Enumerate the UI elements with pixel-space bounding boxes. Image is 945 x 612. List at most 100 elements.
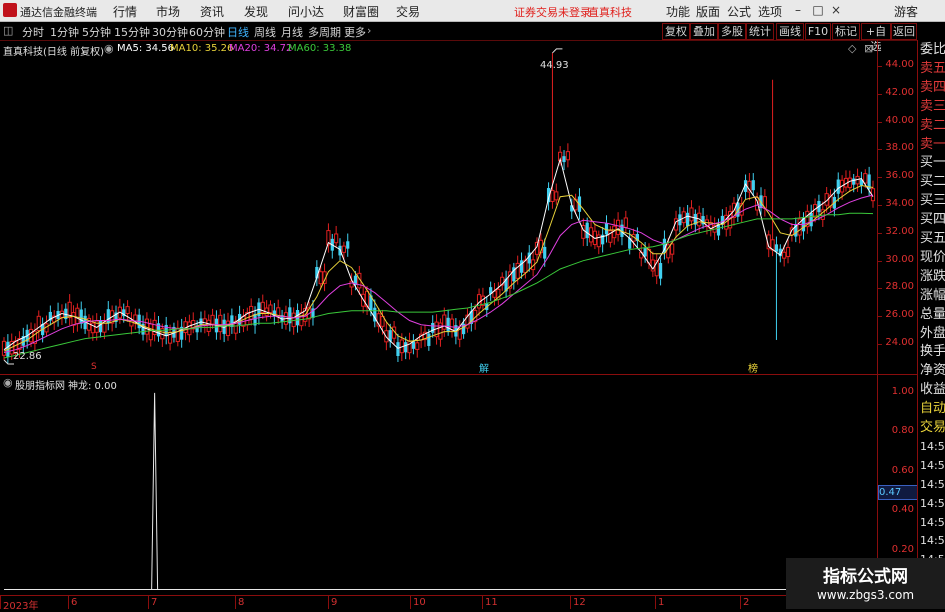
- restore-icon[interactable]: □: [811, 2, 825, 18]
- tab-1min[interactable]: 1分钟: [50, 24, 79, 40]
- date-tick-label: 8: [238, 597, 245, 608]
- high-price-label: 44.93: [540, 60, 569, 71]
- date-tick: [328, 596, 329, 609]
- f10-button[interactable]: F10: [805, 23, 831, 40]
- price-tick-label: 42.00: [885, 86, 914, 98]
- menu-bar: 通达信金融终端 行情 市场 资讯 发现 问小达 财富圈 交易 证券交易未登录 直…: [0, 0, 945, 22]
- tab-more[interactable]: 更多: [344, 24, 366, 40]
- draw-line-button[interactable]: 画线: [776, 23, 804, 40]
- candle-body: [334, 233, 339, 244]
- price-tick-label: 44.00: [885, 58, 914, 70]
- price-tick-label: 32.00: [885, 225, 914, 237]
- tab-monthly[interactable]: 月线: [281, 24, 303, 40]
- quote-panel-item: 买二: [920, 174, 945, 190]
- price-tick: [878, 316, 882, 318]
- quote-panel-item: 14:56: [920, 496, 945, 510]
- indicator-settings-icon[interactable]: ◉: [3, 376, 13, 389]
- rank-marker[interactable]: 榜: [748, 360, 758, 375]
- watermark-url: www.zbgs3.com: [816, 588, 915, 602]
- price-tick-label: 24.00: [885, 337, 914, 349]
- add-favorite-button[interactable]: +自选: [861, 23, 891, 53]
- indicator-chart[interactable]: [0, 375, 877, 590]
- quote-panel-item: 买一: [920, 155, 945, 171]
- tab-5min[interactable]: 5分钟: [82, 24, 111, 40]
- candle-body: [148, 323, 153, 341]
- tab-intraday[interactable]: 分时: [22, 24, 44, 40]
- menu-item-discover[interactable]: 发现: [244, 3, 268, 20]
- candle-body: [291, 312, 296, 328]
- candle-body: [210, 314, 215, 325]
- quote-panel-item: 14:56: [920, 534, 945, 548]
- candle-body: [604, 223, 609, 235]
- candle-body: [543, 246, 547, 259]
- date-tick-label: 2: [743, 597, 750, 608]
- candle-body: [28, 328, 34, 343]
- tab-15min[interactable]: 15分钟: [114, 24, 150, 40]
- kline-chart[interactable]: [0, 40, 877, 374]
- close-icon[interactable]: ×: [829, 2, 843, 18]
- date-tick-label: 9: [331, 597, 338, 608]
- candle-body: [71, 312, 76, 326]
- menu-options[interactable]: 选项: [758, 3, 782, 20]
- date-tick-label: 12: [573, 597, 586, 608]
- quote-panel-item: 卖三: [920, 98, 945, 114]
- quote-panel-item: 收益: [920, 382, 945, 398]
- statistics-button[interactable]: 统计: [746, 23, 774, 40]
- price-tick-label: 36.00: [885, 170, 914, 182]
- candle-body: [125, 306, 130, 314]
- back-button[interactable]: 返回: [891, 23, 917, 40]
- menu-formula[interactable]: 公式: [727, 3, 751, 20]
- menu-item-ask[interactable]: 问小达: [288, 3, 324, 20]
- quote-panel-item: 委比: [920, 42, 945, 57]
- price-tick: [878, 177, 882, 179]
- tab-weekly[interactable]: 周线: [254, 24, 276, 40]
- tab-60min[interactable]: 60分钟: [189, 24, 225, 40]
- login-warning[interactable]: 证券交易未登录: [514, 4, 591, 20]
- mark-button[interactable]: 标记: [832, 23, 860, 40]
- candle-body: [670, 243, 675, 255]
- minimize-icon[interactable]: –: [791, 2, 805, 18]
- multi-stock-button[interactable]: 多股: [718, 23, 746, 40]
- unlock-marker[interactable]: 解: [479, 360, 489, 375]
- menu-item-exchange[interactable]: 市场: [156, 3, 180, 20]
- date-tick: [235, 596, 236, 609]
- candle-body: [230, 315, 234, 327]
- menu-layout[interactable]: 版面: [696, 3, 720, 20]
- sidebar-toggle-icon[interactable]: ◫: [3, 24, 13, 37]
- menu-item-wealth[interactable]: 财富圈: [343, 3, 379, 20]
- overlay-button[interactable]: 叠加: [690, 23, 718, 40]
- adjust-button[interactable]: 复权: [662, 23, 690, 40]
- diamond-icon[interactable]: ◇: [848, 42, 856, 55]
- quote-panel-item: 买五: [920, 231, 945, 246]
- quote-panel-item: 现价: [920, 249, 945, 265]
- expand-icon[interactable]: ⊠: [864, 42, 873, 55]
- tab-multi-period[interactable]: 多周期: [308, 24, 341, 40]
- indicator-spike: [151, 392, 159, 590]
- candle-body: [554, 191, 559, 201]
- tab-30min[interactable]: 30分钟: [152, 24, 188, 40]
- quote-panel-item: 卖五: [920, 60, 945, 76]
- date-tick-label: 10: [413, 597, 426, 608]
- indicator-tick-label: 0.80: [891, 425, 914, 437]
- date-tick: [655, 596, 656, 609]
- tab-daily[interactable]: 日线: [227, 24, 249, 40]
- candle-body: [658, 263, 663, 279]
- menu-function[interactable]: 功能: [666, 3, 690, 20]
- settings-circle-icon[interactable]: ◉: [104, 42, 114, 55]
- chevron-right-icon[interactable]: ›: [367, 24, 371, 37]
- price-tick: [878, 65, 882, 67]
- quote-panel-item: 14:56: [920, 515, 945, 529]
- quote-panel-item: 买三: [920, 193, 945, 209]
- candle-body: [785, 246, 791, 258]
- menu-item-market[interactable]: 行情: [113, 3, 137, 20]
- quote-panel-item: 涨幅: [920, 287, 945, 303]
- price-tick: [878, 93, 882, 95]
- menu-item-trade[interactable]: 交易: [396, 3, 420, 20]
- price-tick-label: 26.00: [885, 309, 914, 321]
- s-marker[interactable]: S: [91, 362, 97, 372]
- menu-item-news[interactable]: 资讯: [200, 3, 224, 20]
- guest-label[interactable]: 游客: [894, 3, 918, 20]
- date-tick-label: 6: [71, 597, 78, 608]
- quote-panel-item: 买四: [920, 212, 945, 228]
- candle-body: [643, 248, 647, 257]
